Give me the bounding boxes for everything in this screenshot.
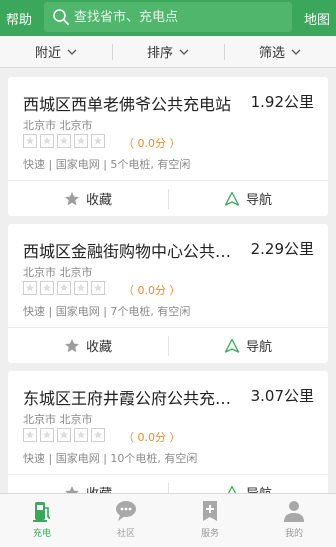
star-icon — [91, 134, 105, 148]
tab-label: 充电 — [32, 529, 51, 539]
tab-service[interactable]: 服务 — [168, 494, 252, 547]
star-rating — [23, 428, 108, 442]
star-icon — [23, 281, 37, 295]
station-address: 北京市 北京市 — [23, 119, 93, 132]
star-rating — [23, 281, 108, 295]
navigate-button[interactable]: 导航 — [168, 328, 328, 363]
station-score: （ 0.0分 ） — [123, 431, 181, 444]
search-icon — [53, 9, 69, 25]
star-icon — [74, 134, 88, 148]
star-icon — [57, 281, 71, 295]
star-icon — [91, 281, 105, 295]
star-icon — [40, 281, 54, 295]
star-icon — [64, 191, 79, 205]
station-name: 东城区王府井霞公府公共充电站 — [23, 389, 233, 408]
person-icon — [284, 501, 304, 522]
chevron-down-icon — [291, 49, 301, 55]
star-icon — [91, 428, 105, 442]
star-icon — [64, 338, 79, 352]
station-card[interactable]: 西城区西单老佛爷公共充电站 1.92公里 北京市 北京市 （ 0.0分 ） 快速… — [8, 77, 328, 216]
filter-label: 筛选 — [258, 46, 285, 61]
station-distance: 2.29公里 — [250, 240, 314, 258]
card-actions: 收藏 导航 — [8, 180, 328, 216]
favorite-label: 收藏 — [85, 340, 112, 355]
star-icon — [57, 428, 71, 442]
map-button[interactable]: 地图 — [304, 9, 330, 28]
filter-sort[interactable]: 排序 — [112, 36, 224, 67]
filter-screen[interactable]: 筛选 — [224, 36, 336, 67]
star-icon — [57, 134, 71, 148]
tab-community[interactable]: 社区 — [84, 494, 168, 547]
card-actions: 收藏 导航 — [8, 327, 328, 363]
station-info: 快速 | 国家电网 | 7个电桩, 有空闲 — [23, 305, 191, 318]
station-name: 西城区西单老佛爷公共充电站 — [23, 95, 232, 114]
star-icon — [23, 134, 37, 148]
filter-nearby[interactable]: 附近 — [0, 36, 112, 67]
tab-label: 服务 — [200, 529, 219, 539]
station-card[interactable]: 东城区王府井霞公府公共充电站 3.07公里 北京市 北京市 （ 0.0分 ） 快… — [8, 371, 328, 510]
station-card[interactable]: 西城区金融街购物中心公共充电站 2.29公里 北京市 北京市 （ 0.0分 ） … — [8, 224, 328, 363]
tab-profile[interactable]: 我的 — [252, 494, 336, 547]
service-icon — [203, 501, 217, 521]
chevron-down-icon — [67, 49, 77, 55]
station-info: 快速 | 国家电网 | 5个电桩, 有空闲 — [23, 158, 191, 171]
navigation-icon — [224, 338, 240, 353]
star-icon — [74, 428, 88, 442]
favorite-button[interactable]: 收藏 — [8, 181, 168, 216]
star-icon — [40, 428, 54, 442]
favorite-label: 收藏 — [85, 193, 112, 208]
top-bar: 帮助 地图 — [0, 0, 336, 36]
chevron-down-icon — [179, 49, 189, 55]
station-score: （ 0.0分 ） — [123, 284, 181, 297]
charging-station-icon — [33, 502, 51, 522]
station-distance: 3.07公里 — [250, 387, 314, 405]
tab-charging[interactable]: 充电 — [0, 494, 84, 547]
favorite-button[interactable]: 收藏 — [8, 328, 168, 363]
station-info: 快速 | 国家电网 | 10个电桩, 有空闲 — [23, 452, 198, 465]
bottom-tab-bar: 充电 社区 服务 我的 — [0, 493, 336, 547]
filter-label: 附近 — [34, 46, 61, 61]
navigate-label: 导航 — [245, 193, 272, 208]
tab-label: 社区 — [116, 529, 135, 539]
star-rating — [23, 134, 108, 148]
search-box[interactable] — [44, 2, 292, 32]
navigate-button[interactable]: 导航 — [168, 181, 328, 216]
help-button[interactable]: 帮助 — [6, 9, 32, 28]
station-address: 北京市 北京市 — [23, 266, 93, 279]
station-score: （ 0.0分 ） — [123, 137, 181, 150]
station-address: 北京市 北京市 — [23, 413, 93, 426]
tab-label: 我的 — [284, 529, 303, 539]
star-icon — [40, 134, 54, 148]
station-name: 西城区金融街购物中心公共充电站 — [23, 242, 233, 261]
filter-bar: 附近 排序 筛选 — [0, 36, 336, 68]
navigate-label: 导航 — [245, 340, 272, 355]
navigation-icon — [224, 191, 240, 206]
search-input[interactable] — [74, 8, 284, 26]
filter-label: 排序 — [146, 46, 173, 61]
station-distance: 1.92公里 — [250, 93, 314, 111]
star-icon — [23, 428, 37, 442]
star-icon — [74, 281, 88, 295]
chat-bubble-icon — [116, 501, 136, 521]
